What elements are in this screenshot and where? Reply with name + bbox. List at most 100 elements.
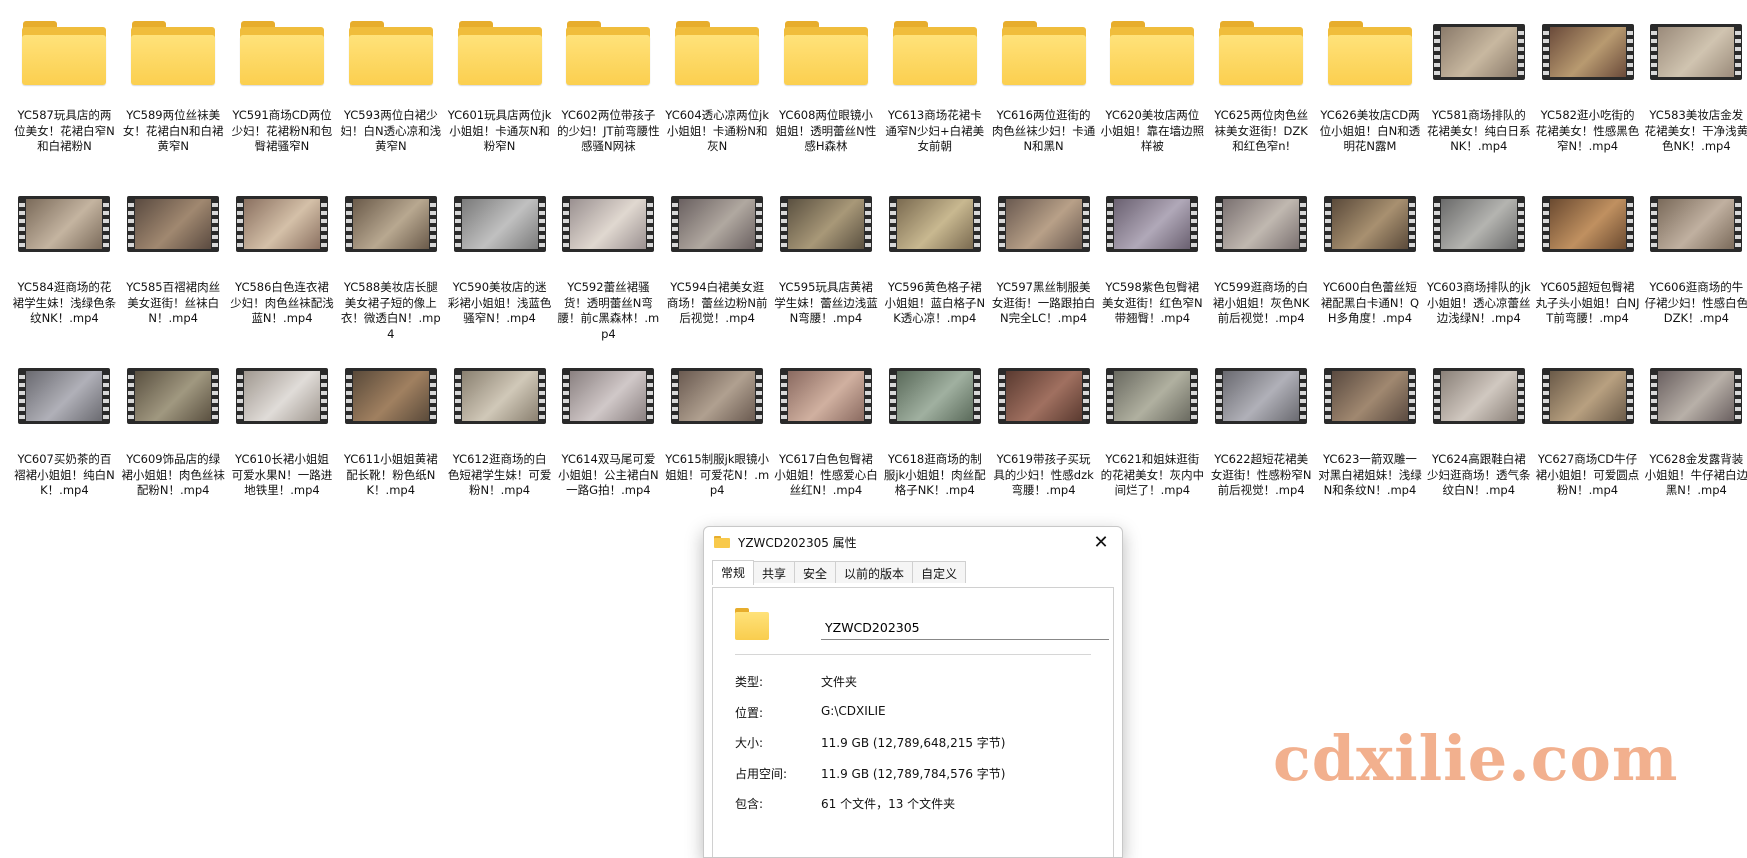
file-name-label: YC618逛商场的制服jk小姐姐！肉丝配格子NK！.mp4: [883, 452, 986, 497]
dialog-tabs: 常规 共享 安全 以前的版本 自定义: [712, 560, 1122, 585]
file-name-label: YC599逛商场的白裙小姐姐！灰色NK前后视觉！.mp4: [1212, 280, 1310, 325]
video-file-item[interactable]: YC588美妆店长腿美女裙子短的像上衣！微透白N！.mp4: [336, 186, 445, 354]
folder-item[interactable]: YC616两位逛街的肉色丝袜少妇！卡通N和黑N: [989, 14, 1098, 182]
folder-item[interactable]: YC587玩具店的两位美女！花裙白窄N和白裙粉N: [10, 14, 119, 182]
folder-item[interactable]: YC625两位肉色丝袜美女逛街！DZK和红色窄n!: [1207, 14, 1316, 182]
file-name-label: YC627商场CD牛仔裙小姐姐！可爱圆点粉N！.mp4: [1535, 452, 1640, 497]
video-thumbnail-icon: [997, 358, 1090, 430]
video-thumbnail-icon: [1650, 186, 1743, 258]
file-name-label: YC620美妆店两位小姐姐！靠在墙边照样被: [1100, 108, 1205, 153]
video-file-item[interactable]: YC585百褶裙肉丝美女逛街！丝袜白N！.mp4: [119, 186, 228, 354]
video-thumbnail-icon: [453, 186, 546, 258]
video-file-item[interactable]: YC609饰品店的绿裙小姐姐！肉色丝袜配粉N！.mp4: [119, 358, 228, 526]
video-file-item[interactable]: YC596黄色格子裙小姐姐！蓝白格子NK透心凉！.mp4: [880, 186, 989, 354]
video-file-item[interactable]: YC581商场排队的花裙美女！纯白日系NK！.mp4: [1424, 14, 1533, 182]
file-name-label: YC601玩具店两位jk小姐姐！卡通灰N和粉窄N: [447, 108, 552, 153]
video-thumbnail-icon: [18, 358, 111, 430]
prop-location: 位置: G:\CDXILIE: [735, 704, 886, 721]
video-file-item[interactable]: YC592蕾丝裙骚货！透明蕾丝N弯腰！前c黑森林！.mp4: [554, 186, 663, 354]
video-file-item[interactable]: YC617白色包臀裙小姐姐！性感爱心白丝红N！.mp4: [772, 358, 881, 526]
video-file-item[interactable]: YC600白色蕾丝短裙配黑白卡通N！QH多角度！.mp4: [1316, 186, 1425, 354]
prop-label: 占用空间:: [735, 767, 788, 781]
video-file-item[interactable]: YC623一箭双雕一对黑白裙姐妹！浅绿N和条纹N！.mp4: [1316, 358, 1425, 526]
video-file-item[interactable]: YC612逛商场的白色短裙学生妹！可爱粉N！.mp4: [445, 358, 554, 526]
prop-label: 大小:: [735, 736, 764, 750]
file-name-label: YC609饰品店的绿裙小姐姐！肉色丝袜配粉N！.mp4: [121, 452, 225, 497]
folder-icon: [1324, 14, 1416, 86]
video-file-item[interactable]: YC597黑丝制服美女逛街！一路跟拍白N完全LC！.mp4: [989, 186, 1098, 354]
video-file-item[interactable]: YC583美妆店金发花裙美女！干净浅黄色NK！.mp4: [1642, 14, 1747, 182]
file-name-label: YC628金发露背装小姐姐！牛仔裙白边黑N！.mp4: [1644, 452, 1747, 497]
tab-security[interactable]: 安全: [794, 561, 837, 583]
folder-item[interactable]: YC613商场花裙卡通窄N少妇+白裙美女前朝: [880, 14, 989, 182]
video-thumbnail-icon: [1215, 358, 1308, 430]
close-icon[interactable]: ✕: [1090, 532, 1112, 553]
folder-name-input[interactable]: [821, 615, 1109, 640]
file-name-label: YC617白色包臀裙小姐姐！性感爱心白丝红N！.mp4: [774, 452, 878, 497]
prop-label: 类型:: [735, 675, 764, 689]
video-file-item[interactable]: YC622超短花裙美女逛街！性感粉窄N前后视觉！.mp4: [1207, 358, 1316, 526]
video-file-item[interactable]: YC584逛商场的花裙学生妹！浅绿色条纹NK！.mp4: [10, 186, 119, 354]
video-file-item[interactable]: YC628金发露背装小姐姐！牛仔裙白边黑N！.mp4: [1642, 358, 1747, 526]
prop-size: 大小: 11.9 GB (12,789,648,215 字节): [735, 734, 1005, 751]
file-name-label: YC587玩具店的两位美女！花裙白窄N和白裙粉N: [14, 108, 115, 153]
video-file-item[interactable]: YC618逛商场的制服jk小姐姐！肉丝配格子NK！.mp4: [880, 358, 989, 526]
video-thumbnail-icon: [1106, 358, 1199, 430]
video-file-item[interactable]: YC603商场排队的jk小姐姐！透心凉蕾丝边浅绿N！.mp4: [1424, 186, 1533, 354]
video-file-item[interactable]: YC595玩具店黄裙学生妹！蕾丝边浅蓝N弯腰！.mp4: [772, 186, 881, 354]
video-file-item[interactable]: YC590美妆店的迷彩裙小姐姐！浅蓝色骚窄N！.mp4: [445, 186, 554, 354]
folder-item[interactable]: YC601玩具店两位jk小姐姐！卡通灰N和粉窄N: [445, 14, 554, 182]
file-name-label: YC600白色蕾丝短裙配黑白卡通N！QH多角度！.mp4: [1320, 280, 1420, 325]
folder-item[interactable]: YC593两位白裙少妇！白N透心凉和浅黄窄N: [336, 14, 445, 182]
prop-value: 文件夹: [821, 675, 858, 689]
prop-value: G:\CDXILIE: [821, 704, 886, 718]
video-file-item[interactable]: YC586白色连衣裙少妇！肉色丝袜配浅蓝N！.mp4: [228, 186, 337, 354]
file-name-label: YC626美妆店CD两位小姐姐！白N和透明花N露M: [1319, 108, 1421, 153]
folder-item[interactable]: YC620美妆店两位小姐姐！靠在墙边照样被: [1098, 14, 1207, 182]
video-file-item[interactable]: YC598紫色包臀裙美女逛街！红色窄N带翘臀！.mp4: [1098, 186, 1207, 354]
folder-item[interactable]: YC604透心凉两位jk小姐姐！卡通粉N和灰N: [663, 14, 772, 182]
video-thumbnail-icon: [1541, 186, 1634, 258]
file-name-label: YC624高跟鞋白裙少妇逛商场！透气条纹白N！.mp4: [1427, 452, 1531, 497]
video-thumbnail-icon: [1323, 186, 1416, 258]
file-name-label: YC622超短花裙美女逛街！性感粉窄N前后视觉！.mp4: [1210, 452, 1312, 497]
video-file-item[interactable]: YC614双马尾可爱小姐姐！公主裙白N一路G拍！.mp4: [554, 358, 663, 526]
video-thumbnail-icon: [1650, 14, 1743, 86]
prop-value: 11.9 GB (12,789,784,576 字节): [821, 767, 1006, 781]
video-file-item[interactable]: YC611小姐姐黄裙配长靴！粉色纸NK！.mp4: [336, 358, 445, 526]
tab-previous-versions[interactable]: 以前的版本: [835, 561, 914, 583]
video-file-item[interactable]: YC582逛小吃街的花裙美女！性感黑色窄N！.mp4: [1533, 14, 1642, 182]
video-thumbnail-icon: [18, 186, 111, 258]
folder-item[interactable]: YC589两位丝袜美女！花裙白N和白裙黄窄N: [119, 14, 228, 182]
file-name-label: YC586白色连衣裙少妇！肉色丝袜配浅蓝N！.mp4: [230, 280, 334, 325]
video-thumbnail-icon: [1432, 186, 1525, 258]
folder-item[interactable]: YC591商场CD两位少妇！花裙粉N和包臀裙骚窄N: [228, 14, 337, 182]
file-name-label: YC603商场排队的jk小姐姐！透心凉蕾丝边浅绿N！.mp4: [1426, 280, 1531, 325]
video-file-item[interactable]: YC594白裙美女逛商场！蕾丝边粉N前后视觉！.mp4: [663, 186, 772, 354]
video-file-item[interactable]: YC615制服jk眼镜小姐姐！可爱花N！.mp4: [663, 358, 772, 526]
file-name-label: YC610长裙小姐姐可爱水果N！一路进地铁里！.mp4: [231, 452, 333, 497]
video-file-item[interactable]: YC624高跟鞋白裙少妇逛商场！透气条纹白N！.mp4: [1424, 358, 1533, 526]
dialog-titlebar[interactable]: YZWCD202305 属性 ✕: [704, 527, 1122, 557]
folder-item[interactable]: YC608两位眼镜小姐姐！透明蕾丝N性感H森林: [772, 14, 881, 182]
folder-item[interactable]: YC602两位带孩子的少妇！JT前弯腰性感骚N网袜: [554, 14, 663, 182]
video-file-item[interactable]: YC607买奶茶的百褶裙小姐姐！纯白NK！.mp4: [10, 358, 119, 526]
video-file-item[interactable]: YC621和姐妹逛街的花裙美女！灰内中间烂了！.mp4: [1098, 358, 1207, 526]
video-file-item[interactable]: YC599逛商场的白裙小姐姐！灰色NK前后视觉！.mp4: [1207, 186, 1316, 354]
video-file-item[interactable]: YC605超短包臀裙丸子头小姐姐！白NJT前弯腰！.mp4: [1533, 186, 1642, 354]
tab-general[interactable]: 常规: [712, 560, 755, 585]
video-file-item[interactable]: YC619带孩子买玩具的少妇！性感dzk弯腰！.mp4: [989, 358, 1098, 526]
video-file-item[interactable]: YC627商场CD牛仔裙小姐姐！可爱圆点粉N！.mp4: [1533, 358, 1642, 526]
folder-item[interactable]: YC626美妆店CD两位小姐姐！白N和透明花N露M: [1316, 14, 1425, 182]
file-name-label: YC619带孩子买玩具的少妇！性感dzk弯腰！.mp4: [993, 452, 1094, 497]
video-thumbnail-icon: [779, 186, 872, 258]
folder-icon: [889, 14, 981, 86]
video-file-item[interactable]: YC610长裙小姐姐可爱水果N！一路进地铁里！.mp4: [228, 358, 337, 526]
tab-customize[interactable]: 自定义: [912, 561, 967, 583]
prop-contains: 包含: 61 个文件，13 个文件夹: [735, 795, 955, 812]
tab-sharing[interactable]: 共享: [753, 561, 796, 583]
video-file-item[interactable]: YC606逛商场的牛仔裙少妇！性感白色DZK！.mp4: [1642, 186, 1747, 354]
file-name-label: YC584逛商场的花裙学生妹！浅绿色条纹NK！.mp4: [12, 280, 117, 325]
video-thumbnail-icon: [453, 358, 546, 430]
file-name-label: YC592蕾丝裙骚货！透明蕾丝N弯腰！前c黑森林！.mp4: [557, 280, 660, 341]
